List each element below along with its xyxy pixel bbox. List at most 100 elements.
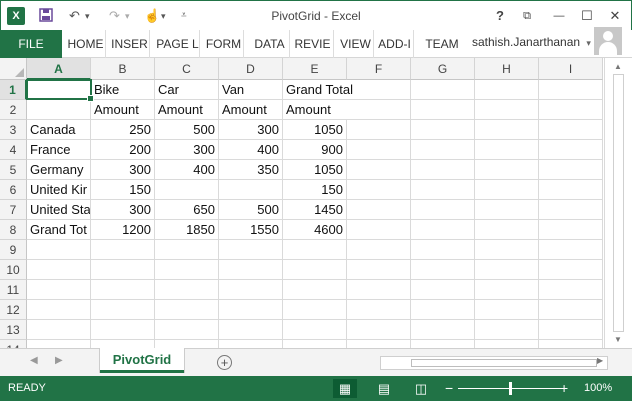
horizontal-scroll-thumb[interactable] <box>411 359 597 367</box>
cell-b3[interactable]: 250 <box>91 120 155 140</box>
cell-d13[interactable] <box>219 320 283 340</box>
column-header-g[interactable]: G <box>411 58 475 80</box>
cell-a10[interactable] <box>27 260 91 280</box>
page-break-view-icon[interactable]: ◫ <box>409 379 433 398</box>
cell-a13[interactable] <box>27 320 91 340</box>
cell-g6[interactable] <box>411 180 475 200</box>
tab-insert[interactable]: INSER <box>110 30 150 58</box>
cell-f3[interactable] <box>347 120 411 140</box>
cell-c11[interactable] <box>155 280 219 300</box>
maximize-button[interactable]: ☐ <box>577 6 597 26</box>
cell-f2[interactable] <box>347 100 411 120</box>
cell-g5[interactable] <box>411 160 475 180</box>
row-header-4[interactable]: 4 <box>0 140 27 160</box>
cell-f10[interactable] <box>347 260 411 280</box>
cell-a1[interactable] <box>27 80 91 100</box>
cell-e8[interactable]: 4600 <box>283 220 347 240</box>
cell-b7[interactable]: 300 <box>91 200 155 220</box>
cell-i8[interactable] <box>539 220 603 240</box>
cell-c8[interactable]: 1850 <box>155 220 219 240</box>
row-header-9[interactable]: 9 <box>0 240 27 260</box>
cell-h9[interactable] <box>475 240 539 260</box>
cell-e9[interactable] <box>283 240 347 260</box>
cell-e1[interactable]: Grand Total <box>283 80 353 100</box>
horizontal-scrollbar[interactable] <box>380 356 608 370</box>
cell-c6[interactable] <box>155 180 219 200</box>
cell-f8[interactable] <box>347 220 411 240</box>
cell-i13[interactable] <box>539 320 603 340</box>
tab-add-ins[interactable]: ADD-I <box>376 30 414 58</box>
cell-e3[interactable]: 1050 <box>283 120 347 140</box>
cell-g7[interactable] <box>411 200 475 220</box>
cell-a2[interactable] <box>27 100 91 120</box>
sheet-nav-next-icon[interactable]: ▶ <box>55 355 63 366</box>
cell-g9[interactable] <box>411 240 475 260</box>
cell-f1[interactable] <box>347 80 411 100</box>
select-all-corner[interactable] <box>0 58 27 80</box>
cell-f13[interactable] <box>347 320 411 340</box>
cell-c10[interactable] <box>155 260 219 280</box>
cell-c4[interactable]: 300 <box>155 140 219 160</box>
scroll-right-icon[interactable]: ▶ <box>597 356 603 365</box>
cell-d3[interactable]: 300 <box>219 120 283 140</box>
cell-a12[interactable] <box>27 300 91 320</box>
cell-i10[interactable] <box>539 260 603 280</box>
column-header-h[interactable]: H <box>475 58 539 80</box>
cell-c14[interactable] <box>155 340 219 348</box>
column-header-e[interactable]: E <box>283 58 347 80</box>
cell-e13[interactable] <box>283 320 347 340</box>
row-header-14[interactable]: 14 <box>0 340 27 348</box>
zoom-in-button[interactable]: + <box>560 380 568 396</box>
scroll-up-icon[interactable]: ▲ <box>614 62 622 71</box>
cell-f14[interactable] <box>347 340 411 348</box>
vertical-scrollbar[interactable]: ▲ ▼ <box>604 58 632 348</box>
cell-b13[interactable] <box>91 320 155 340</box>
cell-i6[interactable] <box>539 180 603 200</box>
cell-d10[interactable] <box>219 260 283 280</box>
cell-g8[interactable] <box>411 220 475 240</box>
cell-b4[interactable]: 200 <box>91 140 155 160</box>
cell-a14[interactable] <box>27 340 91 348</box>
cell-g2[interactable] <box>411 100 475 120</box>
cell-b14[interactable] <box>91 340 155 348</box>
cell-g11[interactable] <box>411 280 475 300</box>
minimize-button[interactable]: — <box>549 6 569 26</box>
cell-f4[interactable] <box>347 140 411 160</box>
cell-e2[interactable]: Amount <box>283 100 347 120</box>
column-header-d[interactable]: D <box>219 58 283 80</box>
cell-c3[interactable]: 500 <box>155 120 219 140</box>
sheet-nav-prev-icon[interactable]: ◀ <box>30 355 38 366</box>
zoom-slider-thumb[interactable] <box>509 382 512 395</box>
column-header-i[interactable]: I <box>539 58 603 80</box>
user-account[interactable]: sathish.Janarthanan ▾ <box>472 30 591 58</box>
cell-b8[interactable]: 1200 <box>91 220 155 240</box>
cell-d5[interactable]: 350 <box>219 160 283 180</box>
cell-g14[interactable] <box>411 340 475 348</box>
cell-d12[interactable] <box>219 300 283 320</box>
page-layout-view-icon[interactable]: ▤ <box>372 379 396 398</box>
cell-a3[interactable]: Canada <box>27 120 91 140</box>
cell-e14[interactable] <box>283 340 347 348</box>
tab-home[interactable]: HOME <box>66 30 106 58</box>
add-sheet-icon[interactable]: + <box>217 355 232 370</box>
cell-g3[interactable] <box>411 120 475 140</box>
zoom-out-button[interactable]: − <box>445 380 453 396</box>
tab-formulas[interactable]: FORM <box>204 30 244 58</box>
tab-data[interactable]: DATA <box>250 30 290 58</box>
cell-i14[interactable] <box>539 340 603 348</box>
cell-a11[interactable] <box>27 280 91 300</box>
cell-h2[interactable] <box>475 100 539 120</box>
cell-h7[interactable] <box>475 200 539 220</box>
cell-h8[interactable] <box>475 220 539 240</box>
cell-a4[interactable]: France <box>27 140 91 160</box>
cell-c13[interactable] <box>155 320 219 340</box>
cell-c2[interactable]: Amount <box>155 100 219 120</box>
row-header-13[interactable]: 13 <box>0 320 27 340</box>
column-header-a[interactable]: A <box>27 58 91 80</box>
row-header-11[interactable]: 11 <box>0 280 27 300</box>
cell-a6[interactable]: United Kir <box>27 180 91 200</box>
cell-h6[interactable] <box>475 180 539 200</box>
cell-h5[interactable] <box>475 160 539 180</box>
row-header-8[interactable]: 8 <box>0 220 27 240</box>
zoom-level[interactable]: 100% <box>584 382 612 394</box>
